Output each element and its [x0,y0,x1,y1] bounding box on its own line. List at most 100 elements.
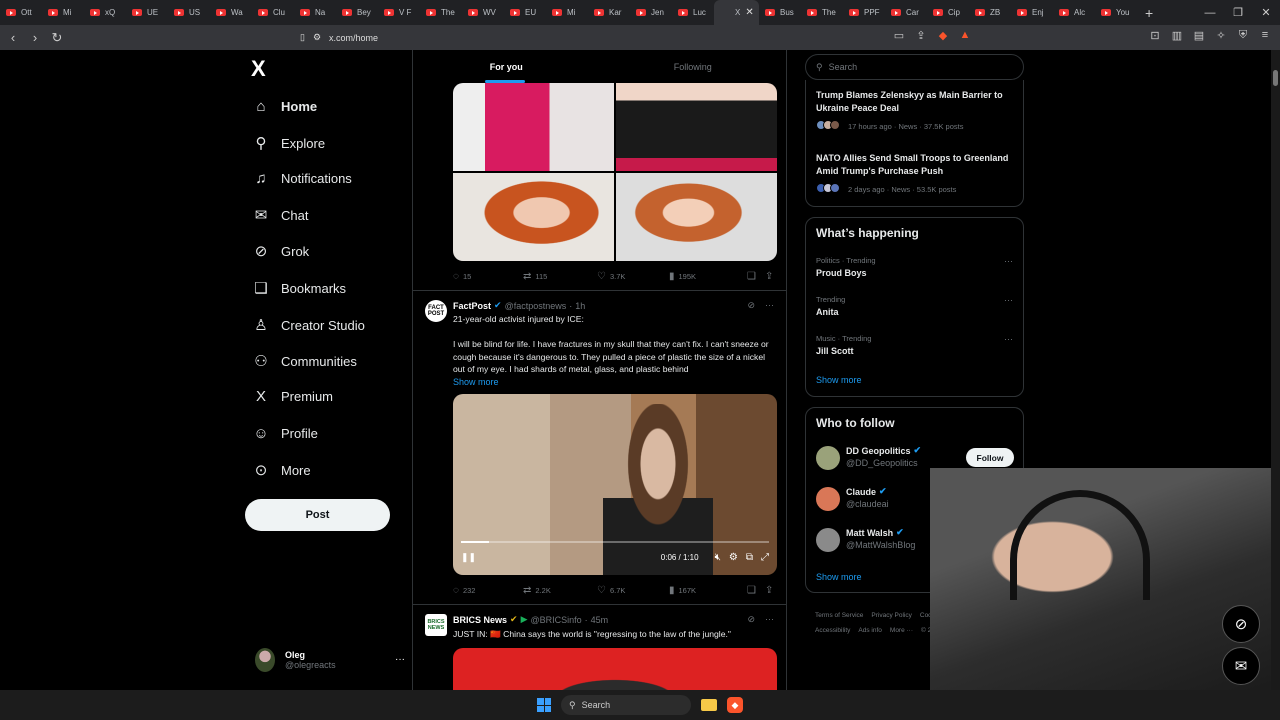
browser-tab[interactable]: V F [378,0,420,25]
scrollbar[interactable] [1271,50,1280,690]
share-icon[interactable]: ⇪ [914,29,928,42]
trend-name[interactable]: Anita [816,307,839,317]
repost-button[interactable]: ⇄ 115 [523,271,597,282]
sidebar-item-home[interactable]: ⌂ Home [253,98,317,115]
post-author-name[interactable]: FactPost [453,301,491,311]
trend-name[interactable]: Jill Scott [816,346,854,356]
footer-link[interactable]: Ads info [858,627,882,634]
vpn-icon[interactable]: ⛨ [1236,29,1250,42]
search-input[interactable]: ⚲ Search [805,54,1024,80]
follow-name[interactable]: Claude [846,487,876,497]
mute-icon[interactable]: 🔇︎ [715,552,721,563]
pause-icon[interactable]: ❚❚ [461,552,476,563]
menu-icon[interactable]: ≡ [1258,29,1272,42]
video-player[interactable]: ❚❚ 0:06 / 1:10 🔇︎ ⚙ ⧉ ⤢ [453,394,777,575]
footer-link[interactable]: More ··· [890,627,913,634]
post-image[interactable] [616,83,777,171]
repost-button[interactable]: ⇄ 2.2K [523,585,597,596]
more-horizontal-icon[interactable]: ··· [1004,295,1013,305]
grok-fab[interactable]: ⊘ [1222,605,1260,643]
close-tab-icon[interactable]: ✕ [745,7,753,18]
browser-tab[interactable]: The [801,0,843,25]
browser-tab[interactable]: Luc [672,0,714,25]
sidebar-item-creator-studio[interactable]: ♙ Creator Studio [253,316,365,334]
screenshot-icon[interactable]: ⊡ [1148,29,1162,42]
browser-tab[interactable]: xQ [84,0,126,25]
sidebar-toggle-icon[interactable]: ▥ [1170,29,1184,42]
footer-link[interactable]: Terms of Service [815,612,863,619]
browser-tab[interactable]: Mi [546,0,588,25]
avatar[interactable]: FACT POST [425,300,447,322]
windows-start-icon[interactable] [537,698,551,712]
post-author-name[interactable]: BRICS News [453,615,507,625]
browser-tab[interactable]: Mi [42,0,84,25]
brave-browser-icon[interactable]: ◆ [727,697,743,713]
browser-tab[interactable]: The [420,0,462,25]
post-image-grid[interactable] [453,83,777,261]
more-horizontal-icon[interactable]: ··· [765,614,774,625]
news-headline[interactable]: NATO Allies Send Small Troops to Greenla… [816,152,1016,177]
sidebar-item-premium[interactable]: X Premium [253,388,333,405]
account-switcher[interactable]: Oleg @olegreacts ··· [255,648,405,672]
footer-link[interactable]: Privacy Policy [871,612,911,619]
post-image[interactable] [453,83,614,171]
browser-tab[interactable]: EU [504,0,546,25]
browser-tab[interactable]: X ✕ [714,0,759,25]
bookmark-page-icon[interactable]: ▯ [300,32,305,43]
grok-icon[interactable]: ⊘ [747,300,755,311]
more-horizontal-icon[interactable]: ··· [395,654,405,665]
leo-icon[interactable]: ✧ [1214,29,1228,42]
sidebar-item-grok[interactable]: ⊘ Grok [253,242,309,260]
sidebar-item-more[interactable]: ⊙ More [253,461,311,479]
browser-tab[interactable]: Clu [252,0,294,25]
browser-tab[interactable]: You [1095,0,1137,25]
x-logo[interactable]: X [251,56,266,82]
more-horizontal-icon[interactable]: ··· [1004,334,1013,344]
browser-tab[interactable]: Ott [0,0,42,25]
browser-tab[interactable]: Cip [927,0,969,25]
picture-in-picture-icon[interactable]: ⧉ [746,552,753,563]
bookmark-button[interactable]: ❑ [747,585,765,596]
browser-tab[interactable]: Kar [588,0,630,25]
cast-icon[interactable]: ▭ [892,29,906,42]
more-horizontal-icon[interactable]: ··· [1004,256,1013,266]
trend-name[interactable]: Proud Boys [816,268,867,278]
post-author-handle[interactable]: @factpostnews [505,301,567,311]
more-horizontal-icon[interactable]: ··· [765,300,774,311]
brave-rewards-icon[interactable]: ▲ [958,29,972,42]
tab-following[interactable]: Following [600,50,787,83]
post-image[interactable] [453,173,614,261]
messages-fab[interactable]: ✉ [1222,647,1260,685]
browser-tab[interactable]: Enj [1011,0,1053,25]
grok-icon[interactable]: ⊘ [747,614,755,625]
sidebar-item-explore[interactable]: ⚲ Explore [253,134,326,152]
wallet-icon[interactable]: ▤ [1192,29,1206,42]
sidebar-item-notifications[interactable]: ♫ Notifications [253,170,351,187]
post-image[interactable] [453,648,777,690]
follow-name[interactable]: Matt Walsh [846,528,893,538]
browser-tab[interactable]: Bey [336,0,378,25]
share-button[interactable]: ⇪ [765,585,773,596]
settings-icon[interactable]: ⚙ [729,552,738,563]
back-icon[interactable]: ‹ [4,30,22,45]
post-time[interactable]: 45m [591,615,609,625]
show-more-link[interactable]: Show more [816,572,862,582]
avatar[interactable] [816,528,840,552]
new-tab-icon[interactable]: + [1137,5,1161,21]
reload-icon[interactable]: ↻ [48,30,66,46]
like-button[interactable]: ♡ 6.7K [597,585,669,596]
browser-tab[interactable]: US [168,0,210,25]
footer-link[interactable]: Accessibility [815,627,850,634]
share-button[interactable]: ⇪ [765,271,773,282]
post-time[interactable]: 1h [575,301,585,311]
video-progress-bar[interactable] [461,541,769,543]
site-info-icon[interactable]: ⚙ [313,32,321,43]
browser-tab[interactable]: Bus [759,0,801,25]
file-explorer-icon[interactable] [701,699,717,711]
sidebar-item-communities[interactable]: ⚇ Communities [253,352,357,370]
post-author-handle[interactable]: @BRICSinfo [530,615,581,625]
brave-shields-icon[interactable]: ◆ [936,29,950,42]
tab-for-you[interactable]: For you [413,50,600,83]
maximize-icon[interactable]: ❐ [1224,6,1252,19]
avatar[interactable]: BRICS NEWS [425,614,447,636]
